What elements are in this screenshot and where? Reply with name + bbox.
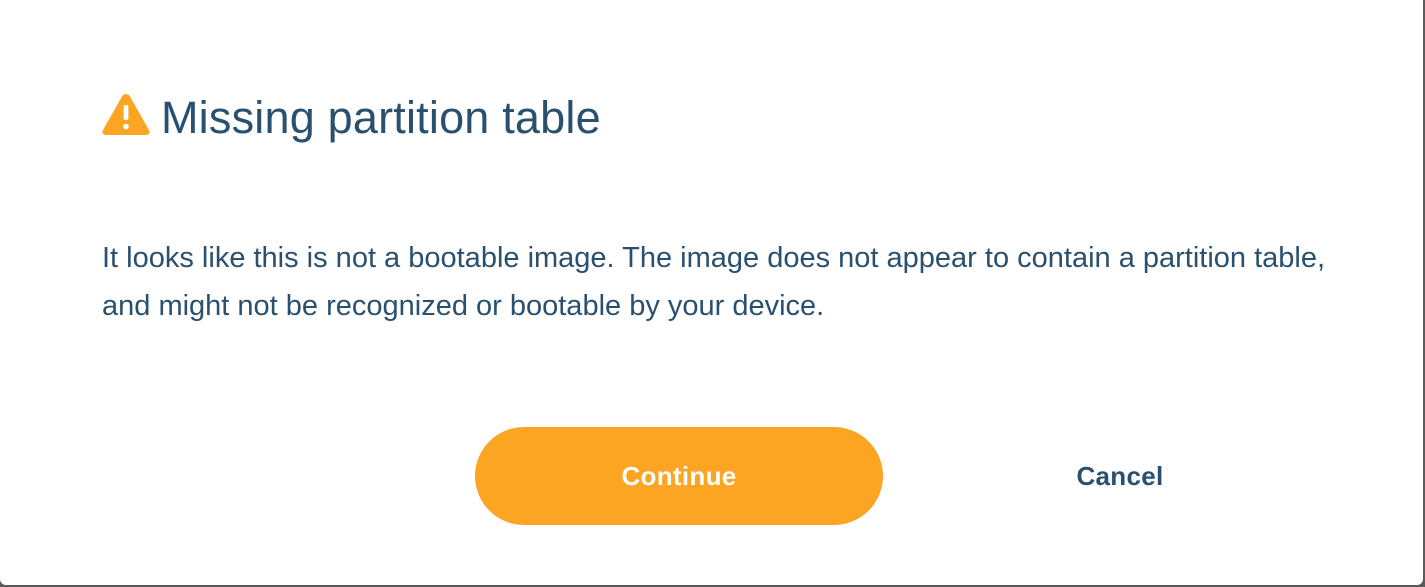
missing-partition-dialog: Missing partition table It looks like th… <box>0 0 1423 585</box>
dialog-title: Missing partition table <box>161 92 601 143</box>
dialog-message: It looks like this is not a bootable ima… <box>102 242 1326 322</box>
warning-icon <box>101 92 151 136</box>
dialog-header: Missing partition table <box>101 88 601 148</box>
cancel-button[interactable]: Cancel <box>1040 447 1200 505</box>
continue-button[interactable]: Continue <box>475 427 883 525</box>
